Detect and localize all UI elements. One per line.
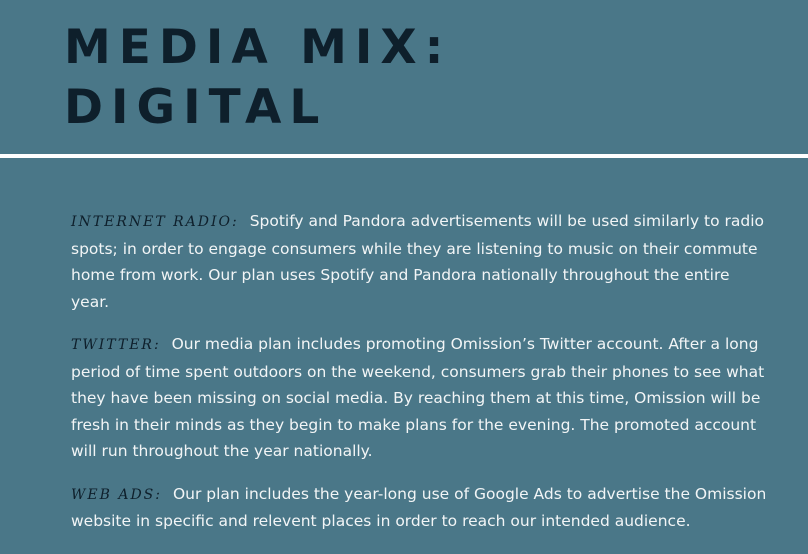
section-web-ads: WEB ADS: Our plan includes the year-long… (71, 481, 771, 535)
section-heading-twitter: TWITTER: (71, 337, 161, 353)
page-title-line-2: DIGITAL (64, 80, 328, 135)
page-title: MEDIA MIX: DIGITAL (64, 18, 451, 138)
section-body-twitter: Our media plan includes promoting Omissi… (71, 335, 765, 460)
section-heading-internet-radio: INTERNET RADIO: (71, 214, 239, 230)
section-heading-web-ads: WEB ADS: (71, 486, 162, 503)
section-twitter: TWITTER: Our media plan includes promoti… (71, 331, 771, 465)
section-body-web-ads: Our plan includes the year-long use of G… (71, 484, 767, 531)
title-divider (0, 154, 808, 158)
content-area: INTERNET RADIO: Spotify and Pandora adve… (71, 208, 771, 551)
section-internet-radio: INTERNET RADIO: Spotify and Pandora adve… (71, 208, 771, 315)
page-title-line-1: MEDIA MIX: (64, 20, 452, 75)
